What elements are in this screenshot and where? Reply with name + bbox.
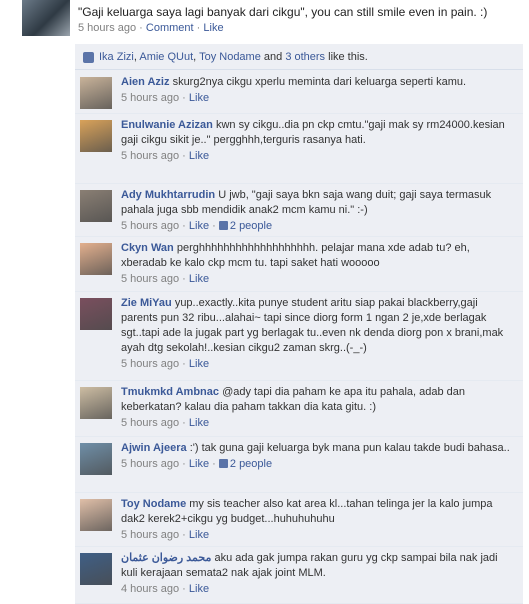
meta-separator: · bbox=[182, 92, 186, 104]
likes-others-link[interactable]: 3 others bbox=[285, 51, 325, 63]
comment-item: Ckyn Wan perghhhhhhhhhhhhhhhhhhh. pelaja… bbox=[75, 237, 523, 292]
comment-like-count[interactable]: 2 people bbox=[230, 458, 272, 470]
comment-meta: 5 hours ago · Like bbox=[121, 149, 517, 164]
meta-separator: · bbox=[196, 22, 201, 34]
comment-link[interactable]: Comment bbox=[146, 22, 194, 34]
comment-author[interactable]: Ckyn Wan bbox=[121, 242, 174, 254]
likes-summary: Ika Zizi, Amie QUut, Toy Nodame and 3 ot… bbox=[75, 44, 523, 70]
meta-separator: · bbox=[182, 220, 186, 232]
like-link[interactable]: Like bbox=[203, 22, 223, 34]
comment-item: Toy Nodame my sis teacher also kat area … bbox=[75, 493, 523, 547]
comment-like-link[interactable]: Like bbox=[189, 358, 209, 370]
comment-meta: 4 hours ago · Like bbox=[121, 582, 517, 597]
comment-author[interactable]: محمد رضوان عثمان bbox=[121, 552, 211, 564]
liker-name[interactable]: Toy Nodame bbox=[199, 51, 261, 63]
post-text: "Gaji keluarga saya lagi banyak dari cik… bbox=[78, 5, 488, 19]
commenter-avatar[interactable] bbox=[80, 387, 112, 419]
comment-text: yup..exactly..kita punye student aritu s… bbox=[121, 297, 504, 354]
comment-text: skurg2nya cikgu xperlu meminta dari kelu… bbox=[172, 76, 467, 88]
comment-item: Zie MiYau yup..exactly..kita punye stude… bbox=[75, 292, 523, 381]
comment-author[interactable]: Ajwin Ajeera bbox=[121, 442, 187, 454]
comment-timestamp[interactable]: 5 hours ago bbox=[121, 220, 179, 232]
comment-meta: 5 hours ago · Like bbox=[121, 272, 517, 287]
comment-timestamp[interactable]: 4 hours ago bbox=[121, 583, 179, 595]
comment-like-count[interactable]: 2 people bbox=[230, 220, 272, 232]
post-meta: 5 hours ago · Comment · Like bbox=[78, 22, 224, 34]
meta-separator: · bbox=[212, 220, 216, 232]
comment-author[interactable]: Enulwanie Azizan bbox=[121, 119, 213, 131]
comment-timestamp[interactable]: 5 hours ago bbox=[121, 273, 179, 285]
comment-item: Tmukmkd Ambnac @ady tapi dia paham ke ap… bbox=[75, 381, 523, 437]
comment-item: Aien Aziz skurg2nya cikgu xperlu meminta… bbox=[75, 71, 523, 114]
thumbs-up-icon bbox=[83, 52, 94, 63]
comment-like-link[interactable]: Like bbox=[189, 273, 209, 285]
comment-item: Ajwin Ajeera :') tak guna gaji keluarga … bbox=[75, 437, 523, 493]
comment-text: :') tak guna gaji keluarga byk mana pun … bbox=[189, 442, 510, 454]
thumbs-up-icon bbox=[218, 221, 228, 230]
meta-separator: · bbox=[182, 273, 186, 285]
meta-separator: · bbox=[139, 22, 143, 34]
comment-author[interactable]: Toy Nodame bbox=[121, 498, 186, 510]
commenter-avatar[interactable] bbox=[80, 298, 112, 330]
comment-meta: 5 hours ago · Like · 2 people bbox=[121, 457, 517, 472]
comment-like-link[interactable]: Like bbox=[189, 150, 209, 162]
commenter-avatar[interactable] bbox=[80, 553, 112, 585]
commenter-avatar[interactable] bbox=[80, 77, 112, 109]
meta-separator: · bbox=[182, 150, 186, 162]
comment-meta: 5 hours ago · Like bbox=[121, 528, 517, 543]
comment-item: Ady Mukhtarrudin U jwb, "gaji saya bkn s… bbox=[75, 184, 523, 237]
comment-timestamp[interactable]: 5 hours ago bbox=[121, 358, 179, 370]
commenter-avatar[interactable] bbox=[80, 190, 112, 222]
comment-author[interactable]: Tmukmkd Ambnac bbox=[121, 386, 219, 398]
comment-text: perghhhhhhhhhhhhhhhhhhh. pelajar mana xd… bbox=[121, 242, 470, 269]
comment-like-link[interactable]: Like bbox=[189, 583, 209, 595]
post-timestamp[interactable]: 5 hours ago bbox=[78, 22, 136, 34]
thumbs-up-icon bbox=[218, 459, 228, 468]
comment-item: Enulwanie Azizan kwn sy cikgu..dia pn ck… bbox=[75, 114, 523, 184]
meta-separator: · bbox=[182, 417, 186, 429]
meta-separator: · bbox=[182, 458, 186, 470]
commenter-avatar[interactable] bbox=[80, 243, 112, 275]
comment-meta: 5 hours ago · Like bbox=[121, 91, 517, 106]
meta-separator: · bbox=[182, 358, 186, 370]
comment-item: محمد رضوان عثمان aku ada gak jumpa rakan… bbox=[75, 547, 523, 604]
comment-meta: 5 hours ago · Like bbox=[121, 416, 517, 431]
liker-name[interactable]: Ika Zizi bbox=[99, 51, 134, 63]
liker-name[interactable]: Amie QUut bbox=[139, 51, 193, 63]
meta-separator: · bbox=[182, 529, 186, 541]
comment-timestamp[interactable]: 5 hours ago bbox=[121, 417, 179, 429]
commenter-avatar[interactable] bbox=[80, 443, 112, 475]
likes-text: Ika Zizi, Amie QUut, Toy Nodame and 3 ot… bbox=[99, 51, 368, 63]
comment-timestamp[interactable]: 5 hours ago bbox=[121, 92, 179, 104]
comment-like-link[interactable]: Like bbox=[189, 220, 209, 232]
feedback-panel: Ika Zizi, Amie QUut, Toy Nodame and 3 ot… bbox=[75, 44, 523, 604]
likes-and: and bbox=[260, 51, 286, 63]
comment-like-link[interactable]: Like bbox=[189, 458, 209, 470]
comment-like-link[interactable]: Like bbox=[189, 417, 209, 429]
comment-like-link[interactable]: Like bbox=[189, 529, 209, 541]
comment-timestamp[interactable]: 5 hours ago bbox=[121, 458, 179, 470]
meta-separator: · bbox=[212, 458, 216, 470]
commenter-avatar[interactable] bbox=[80, 120, 112, 152]
likes-suffix: like this. bbox=[325, 51, 368, 63]
comment-timestamp[interactable]: 5 hours ago bbox=[121, 529, 179, 541]
commenter-avatar[interactable] bbox=[80, 499, 112, 531]
comment-author[interactable]: Ady Mukhtarrudin bbox=[121, 189, 215, 201]
comment-meta: 5 hours ago · Like bbox=[121, 357, 517, 372]
comment-author[interactable]: Aien Aziz bbox=[121, 76, 170, 88]
comment-timestamp[interactable]: 5 hours ago bbox=[121, 150, 179, 162]
meta-separator: · bbox=[182, 583, 186, 595]
comment-like-link[interactable]: Like bbox=[189, 92, 209, 104]
comment-author[interactable]: Zie MiYau bbox=[121, 297, 172, 309]
comment-meta: 5 hours ago · Like · 2 people bbox=[121, 219, 517, 234]
post-avatar[interactable] bbox=[22, 0, 70, 36]
